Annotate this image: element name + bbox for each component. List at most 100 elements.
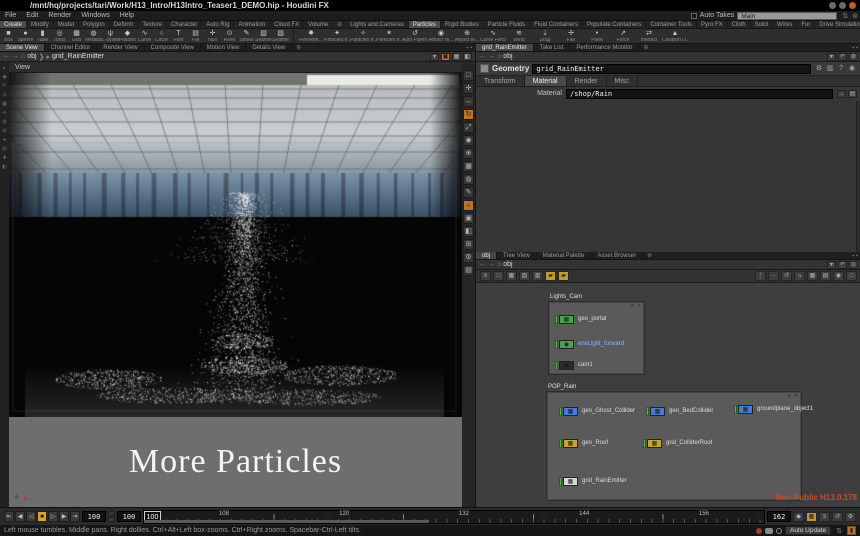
node-display-flag[interactable] bbox=[559, 477, 562, 486]
viewport-tool-icon[interactable]: ↻ bbox=[463, 109, 474, 120]
network-toolbar-icon[interactable]: ▦ bbox=[807, 271, 818, 281]
viewport-side-icon[interactable]: ● bbox=[3, 138, 6, 143]
maximize-button[interactable] bbox=[839, 2, 846, 9]
parm-field-icon[interactable]: → bbox=[837, 90, 846, 98]
shelf-tab[interactable]: Cloud FX bbox=[270, 21, 304, 28]
node-display-flag[interactable] bbox=[555, 340, 558, 349]
network-node[interactable]: ▦ geo_Ghost_Collider bbox=[559, 406, 635, 416]
timeline-scrollbar[interactable] bbox=[144, 520, 429, 523]
shelf-tool[interactable]: ✛ Null bbox=[204, 29, 221, 43]
node-name-field[interactable]: grid_RainEmitter bbox=[532, 64, 811, 74]
viewport-side-icon[interactable]: ✛ bbox=[2, 111, 6, 116]
frame-step-buttons[interactable] bbox=[108, 511, 115, 522]
shelf-tab[interactable]: Drive Simulation bbox=[815, 21, 860, 28]
menu-item[interactable]: Windows bbox=[76, 12, 114, 19]
node-display-flag[interactable] bbox=[643, 439, 646, 448]
shelf-tool[interactable]: ψ L-system bbox=[102, 29, 119, 43]
shelf-tab[interactable]: Particle Fluids bbox=[484, 21, 531, 28]
shelf-tab[interactable]: Container Tools bbox=[646, 21, 697, 28]
close-button[interactable] bbox=[849, 2, 856, 9]
menu-item[interactable]: Edit bbox=[21, 12, 43, 19]
target-icon[interactable]: ⊙ bbox=[849, 261, 858, 269]
shelf-tool[interactable]: ■ Box bbox=[0, 29, 17, 43]
network-node[interactable]: ◉ envLight_forward bbox=[555, 339, 624, 349]
parameter-tab[interactable]: Render bbox=[567, 76, 607, 86]
network-node[interactable]: ▦ groundplane_object1 bbox=[734, 404, 813, 414]
viewport-side-icon[interactable]: ✎ bbox=[2, 84, 6, 89]
shelf-tool[interactable]: ∿ Curve bbox=[136, 29, 153, 43]
viewport-side-icon[interactable]: ✚ bbox=[2, 156, 6, 161]
pane-tab[interactable]: Render View bbox=[97, 44, 144, 51]
back-arrow-icon[interactable]: ← bbox=[3, 53, 10, 60]
error-indicator-icon[interactable] bbox=[756, 528, 762, 534]
path-dropdown-icon[interactable]: ▾ bbox=[827, 261, 836, 269]
viewport-side-icon[interactable]: ▸ bbox=[3, 66, 6, 71]
network-box-controls[interactable]: ▾ ✕ bbox=[631, 303, 642, 309]
pane-add-tab-icon[interactable]: ⊕ bbox=[292, 44, 305, 51]
viewport-tool-icon[interactable]: ↔ bbox=[463, 96, 474, 107]
back-arrow-icon[interactable]: ← bbox=[479, 53, 486, 60]
network-toolbar-icon[interactable]: ⋮ bbox=[755, 271, 766, 281]
viewport-tool-icon[interactable]: ▣ bbox=[463, 213, 474, 224]
shelf-tab[interactable]: Texture bbox=[138, 21, 167, 28]
viewport-tool-icon[interactable]: □ bbox=[463, 70, 474, 81]
home-icon[interactable]: ⌂ bbox=[21, 53, 25, 60]
node-display-flag[interactable] bbox=[555, 361, 558, 370]
shelf-tab[interactable]: Polygon bbox=[79, 21, 110, 28]
network-toolbar-icon[interactable]: ▤ bbox=[820, 271, 831, 281]
path-dropdown-icon[interactable]: ▾ bbox=[827, 53, 836, 61]
param-header-icon[interactable]: ⚙ bbox=[814, 64, 824, 74]
network-toolbar-icon[interactable]: ▦ bbox=[506, 271, 517, 281]
viewport-tool-icon[interactable]: ◉ bbox=[463, 135, 474, 146]
shelf-tool[interactable]: ✢ Fan bbox=[558, 29, 584, 43]
pane-maximize-icon[interactable]: ▪ bbox=[852, 45, 854, 51]
shelf-tool[interactable]: ⊕ Attract to... bbox=[454, 29, 480, 43]
breadcrumb-root[interactable]: obj bbox=[27, 53, 36, 60]
viewport-tool-icon[interactable]: ✎ bbox=[463, 187, 474, 198]
node-display-flag[interactable] bbox=[559, 407, 562, 416]
node-display-flag[interactable] bbox=[646, 407, 649, 416]
pane-maximize-icon[interactable]: ▪ bbox=[466, 45, 468, 51]
playbar-option-icon[interactable]: ⚙ bbox=[845, 512, 856, 522]
viewport-tool-icon[interactable]: ⊕ bbox=[463, 148, 474, 159]
viewport-side-icon[interactable]: ◍ bbox=[2, 120, 6, 125]
viewport-side-icon[interactable]: ◆ bbox=[3, 75, 7, 80]
viewport-tool-icon[interactable]: ⤢ bbox=[463, 122, 474, 133]
transport-button[interactable]: ⇤ bbox=[4, 511, 14, 522]
pane-tab[interactable]: Scene View bbox=[0, 44, 45, 51]
network-toolbar-icon[interactable]: □ bbox=[846, 271, 857, 281]
viewport-3d[interactable]: ▸◆✎⊙▦✛◍⊞●▤✚◧ View More Particles ✛ □✛↔↻⤢… bbox=[0, 62, 475, 507]
undo-icon[interactable]: ↶ bbox=[838, 53, 847, 61]
parm-field-icon[interactable]: ▤ bbox=[848, 90, 857, 98]
shelf-add-tab-icon[interactable]: ⊕ bbox=[333, 21, 346, 28]
viewport-tool-icon[interactable]: ◍ bbox=[463, 174, 474, 185]
param-header-icon[interactable]: ◉ bbox=[847, 64, 857, 74]
pane-tab[interactable]: Composite View bbox=[145, 44, 201, 51]
shelf-tab[interactable]: Animation bbox=[234, 21, 270, 28]
network-toolbar-icon[interactable]: ▰ bbox=[558, 271, 569, 281]
update-spinner-icon[interactable]: ⇅ bbox=[834, 527, 844, 535]
viewport-tool-icon[interactable]: ⊞ bbox=[463, 239, 474, 250]
shelf-tool[interactable]: ✎ Stroke bbox=[238, 29, 255, 43]
shelf-tool[interactable]: ✶ Particles fr... bbox=[376, 29, 402, 43]
transport-button[interactable]: ■ bbox=[37, 511, 47, 522]
auto-takes-checkbox[interactable] bbox=[691, 13, 697, 19]
breadcrumb-root[interactable]: obj bbox=[503, 53, 512, 60]
breadcrumb-root[interactable]: obj bbox=[503, 261, 512, 268]
material-parm-field[interactable]: /shop/Rain bbox=[566, 89, 833, 99]
take-spinner-icon[interactable]: ⇅ bbox=[840, 12, 850, 20]
viewport-tool-icon[interactable]: ⚙ bbox=[463, 252, 474, 263]
shelf-tool[interactable]: ⇄ Interact bbox=[636, 29, 662, 43]
shelf-tab[interactable]: Fluid Containers bbox=[530, 21, 583, 28]
viewport-side-icon[interactable]: ⊙ bbox=[2, 93, 6, 98]
viewport-side-icon[interactable]: ◧ bbox=[2, 165, 7, 170]
link-icon[interactable]: ◧ bbox=[463, 53, 472, 61]
shelf-tool[interactable]: ◆ Platonic S... bbox=[119, 29, 136, 43]
viewport-tool-icon[interactable]: ▦ bbox=[463, 161, 474, 172]
shelf-tab[interactable]: Populate Containers bbox=[583, 21, 646, 28]
playbar-option-icon[interactable]: ↺ bbox=[832, 512, 843, 522]
pane-tab[interactable]: Take List bbox=[534, 44, 571, 51]
shelf-tool[interactable]: ◉ Attract W... bbox=[428, 29, 454, 43]
shelf-tool[interactable]: ● Sphere bbox=[17, 29, 34, 43]
current-frame-field[interactable]: 100 bbox=[82, 511, 106, 522]
